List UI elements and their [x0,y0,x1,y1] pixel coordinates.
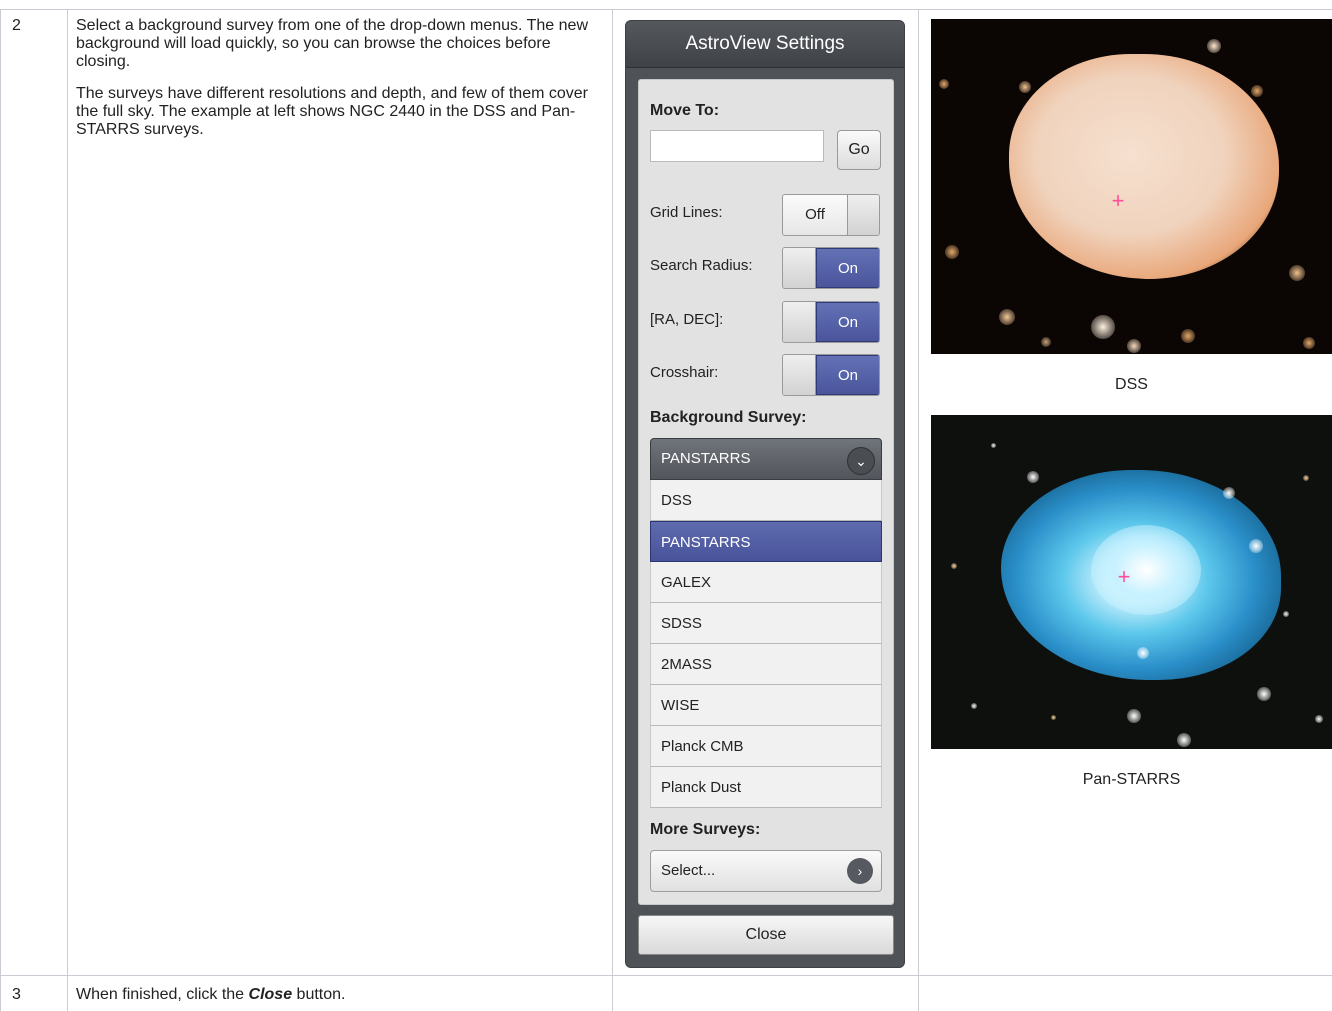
star [1127,709,1141,723]
survey-option-2mass[interactable]: 2MASS [650,644,882,685]
star [1019,81,1031,93]
radec-toggle[interactable]: On [782,301,880,343]
survey-options-list: DSS PANSTARRS GALEX SDSS 2MASS WISE Plan… [650,480,882,808]
star [1249,539,1263,553]
star [1027,471,1039,483]
dropdown-selected-value: PANSTARRS [661,450,751,467]
star [971,703,977,709]
survey-option-dss[interactable]: DSS [650,480,882,521]
move-to-label: Move To: [650,102,720,119]
step-description: Select a background survey from one of t… [76,17,596,153]
search-radius-label: Search Radius: [650,257,753,274]
toggle-state: On [816,355,879,395]
dss-caption: DSS [1115,376,1148,393]
crosshair-marker: + [1117,564,1131,589]
more-surveys-label: More Surveys: [650,821,761,838]
step-description: When finished, click the Close button. [76,986,345,1004]
survey-option-panstarrs[interactable]: PANSTARRS [650,521,882,562]
step-number: 3 [12,986,21,1003]
toggle-knob [848,195,879,235]
star [1127,339,1141,353]
survey-option-galex[interactable]: GALEX [650,562,882,603]
column-divider-2 [612,9,613,1011]
toggle-knob [783,355,816,395]
survey-option-planck-cmb[interactable]: Planck CMB [650,726,882,767]
description-text: button. [292,986,346,1003]
survey-option-planck-dust[interactable]: Planck Dust [650,767,882,808]
star [1315,715,1323,723]
nebula-glow [1009,54,1279,279]
toggle-knob [783,302,816,342]
star [1137,647,1149,659]
toggle-state: On [816,248,879,288]
star [1303,475,1309,481]
background-survey-dropdown[interactable]: PANSTARRS ⌄ [650,438,882,480]
survey-option-sdss[interactable]: SDSS [650,603,882,644]
star [1303,337,1315,349]
description-text: When finished, click the [76,986,249,1003]
description-paragraph: Select a background survey from one of t… [76,17,588,70]
survey-option-wise[interactable]: WISE [650,685,882,726]
nebula-inner-lobe [1091,525,1201,615]
radec-label: [RA, DEC]: [650,311,724,328]
table-top-border [0,9,1332,10]
step-number: 2 [12,17,21,34]
star [1207,39,1221,53]
star [1251,85,1263,97]
star [1041,337,1051,347]
panstarrs-caption: Pan-STARRS [1082,771,1181,788]
table-left-border [0,9,1,1011]
star [1177,733,1191,747]
grid-lines-toggle[interactable]: Off [782,194,880,236]
star [1257,687,1271,701]
go-button[interactable]: Go [837,130,881,170]
background-survey-label: Background Survey: [650,409,807,426]
star [1289,265,1305,281]
toggle-state: On [816,302,879,342]
close-button[interactable]: Close [638,915,894,955]
more-surveys-select-button[interactable]: Select... › [650,850,882,892]
column-divider-1 [67,9,68,1011]
star [951,563,957,569]
star [1181,329,1195,343]
panel-title: AstroView Settings [626,21,904,68]
star [1091,315,1115,339]
grid-lines-label: Grid Lines: [650,204,723,221]
toggle-state: Off [783,195,848,235]
toggle-knob [783,248,816,288]
description-paragraph: The surveys have different resolutions a… [76,85,588,138]
search-radius-toggle[interactable]: On [782,247,880,289]
chevron-right-icon: › [847,858,873,884]
select-label: Select... [661,862,716,879]
star [945,245,959,259]
crosshair-label: Crosshair: [650,364,719,381]
star [1283,611,1289,617]
star [999,309,1015,325]
astroview-settings-panel: AstroView Settings Move To: Go Grid Line… [625,20,905,968]
star [1223,487,1235,499]
crosshair-toggle[interactable]: On [782,354,880,396]
star [991,443,996,448]
crosshair-marker: + [1111,188,1125,213]
move-to-input[interactable] [650,130,824,162]
panstarrs-survey-image: + [931,415,1332,749]
close-emphasis: Close [248,986,293,1003]
star [1051,715,1056,720]
chevron-down-icon: ⌄ [847,447,875,475]
dss-survey-image: + [931,19,1332,354]
settings-body: Move To: Go Grid Lines: Off Search Radiu… [638,79,894,905]
star [939,79,949,89]
row-divider [0,975,1332,976]
column-divider-3 [918,9,919,1011]
